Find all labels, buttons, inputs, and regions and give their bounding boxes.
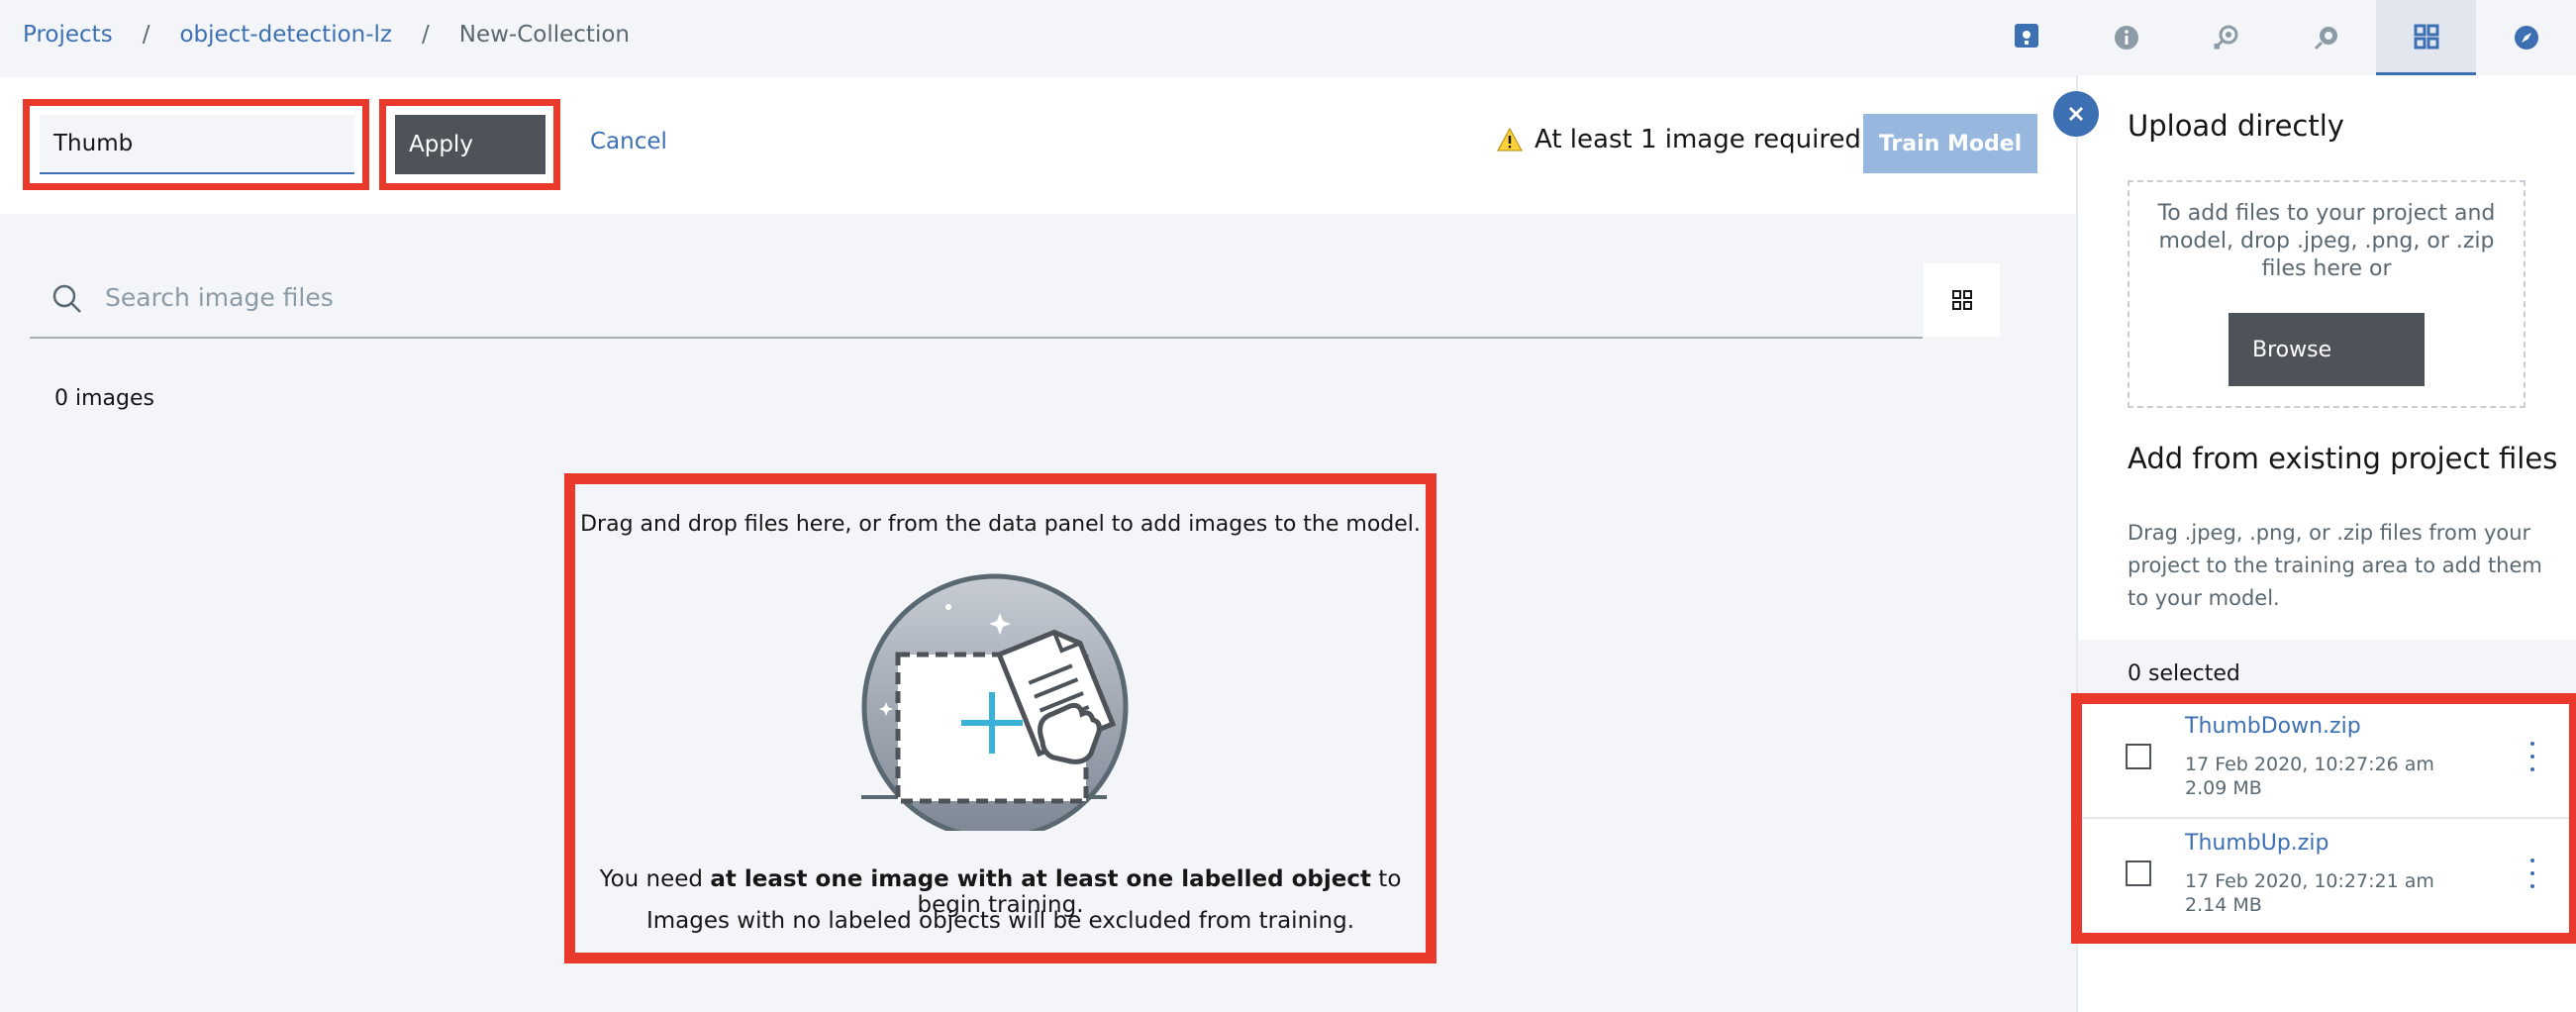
existing-files-heading: Add from existing project files: [2128, 442, 2558, 475]
upload-drop-area[interactable]: To add files to your project and model, …: [2128, 180, 2526, 408]
close-panel-button[interactable]: [2053, 91, 2099, 137]
data-panel: Upload directly To add files to your pro…: [2071, 75, 2576, 1012]
map-pin-icon[interactable]: [2013, 22, 2040, 50]
close-icon: [2068, 106, 2084, 122]
model-icon: [2214, 25, 2237, 50]
breadcrumb: Projects / object-detection-lz / New-Col…: [23, 22, 630, 48]
upload-heading: Upload directly: [2128, 109, 2344, 143]
panel-tabs: [2076, 0, 2576, 75]
overflow-menu-icon[interactable]: [2523, 742, 2542, 771]
compass-icon: [2514, 26, 2538, 50]
file-size: 2.09 MB: [2185, 777, 2262, 799]
search-placeholder: Search image files: [105, 283, 334, 312]
top-bar: Projects / object-detection-lz / New-Col…: [0, 0, 2076, 77]
breadcrumb-current: New-Collection: [458, 22, 630, 48]
data-icon: [2414, 24, 2438, 49]
tab-explore[interactable]: [2476, 0, 2576, 75]
browse-button[interactable]: Browse: [2229, 313, 2425, 386]
breadcrumb-separator: /: [422, 22, 430, 48]
search-bar[interactable]: Search image files: [30, 263, 1923, 339]
tab-deploy[interactable]: [2276, 0, 2376, 75]
tab-info[interactable]: [2076, 0, 2176, 75]
exclusion-note: Images with no labeled objects will be e…: [645, 908, 1355, 934]
collection-toolbar: Apply Cancel At least 1 image required T…: [0, 77, 2076, 214]
drop-instruction: Drag and drop files here, or from the da…: [580, 512, 1421, 537]
collection-name-input[interactable]: [40, 115, 354, 174]
info-icon: [2114, 26, 2138, 50]
breadcrumb-project[interactable]: object-detection-lz: [179, 22, 392, 48]
requirement-text: At least 1 image required: [1535, 125, 1861, 154]
tab-data[interactable]: [2376, 0, 2476, 75]
upload-instructions: To add files to your project and model, …: [2157, 201, 2496, 281]
existing-files-description: Drag .jpeg, .png, or .zip files from you…: [2128, 521, 2542, 610]
selected-count: 0 selected: [2128, 661, 2240, 686]
highlight-frame: Apply: [379, 99, 560, 190]
search-icon: [52, 284, 81, 313]
grid-view-toggle[interactable]: [1924, 263, 2000, 337]
file-name-link[interactable]: ThumbDown.zip: [2185, 714, 2361, 739]
file-date: 17 Feb 2020, 10:27:21 am: [2185, 870, 2434, 892]
image-count: 0 images: [54, 386, 154, 411]
deploy-icon: [2314, 27, 2337, 51]
drop-files-illustration: [861, 573, 1129, 831]
train-model-button[interactable]: Train Model: [1863, 114, 2037, 173]
requirement-warning: At least 1 image required: [1497, 125, 1861, 154]
requirement-emphasis: at least one image with at least one lab…: [710, 866, 1371, 892]
breadcrumb-projects[interactable]: Projects: [23, 22, 113, 48]
warning-icon: [1497, 128, 1523, 152]
overflow-menu-icon[interactable]: [2523, 859, 2542, 888]
file-name-link[interactable]: ThumbUp.zip: [2185, 831, 2328, 856]
apply-button[interactable]: Apply: [395, 115, 545, 174]
highlight-frame: [23, 99, 369, 190]
file-list-item[interactable]: ThumbDown.zip 17 Feb 2020, 10:27:26 am 2…: [2082, 704, 2569, 819]
file-list: ThumbDown.zip 17 Feb 2020, 10:27:26 am 2…: [2071, 693, 2576, 944]
requirement-prefix: You need: [599, 866, 711, 892]
file-size: 2.14 MB: [2185, 894, 2262, 916]
breadcrumb-separator: /: [142, 22, 150, 48]
tab-model[interactable]: [2176, 0, 2276, 75]
training-drop-zone[interactable]: Drag and drop files here, or from the da…: [564, 473, 1437, 963]
file-checkbox[interactable]: [2126, 744, 2151, 769]
file-date: 17 Feb 2020, 10:27:26 am: [2185, 754, 2434, 775]
file-list-item[interactable]: ThumbUp.zip 17 Feb 2020, 10:27:21 am 2.1…: [2082, 821, 2569, 936]
cancel-link[interactable]: Cancel: [590, 129, 667, 154]
file-checkbox[interactable]: [2126, 860, 2151, 886]
grid-icon: [1951, 290, 1972, 310]
